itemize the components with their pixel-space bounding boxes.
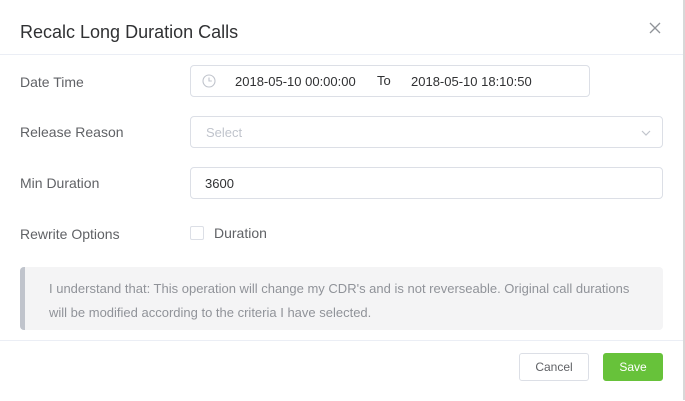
recalc-dialog: Recalc Long Duration Calls Date Time 201… [0,0,685,400]
min-duration-value[interactable]: 3600 [205,176,234,192]
min-duration-input[interactable]: 3600 [190,167,663,199]
duration-checkbox-label[interactable]: Duration [214,225,267,242]
cancel-button[interactable]: Cancel [519,353,589,381]
clock-icon [202,74,216,88]
min-duration-label: Min Duration [20,175,100,191]
date-time-label: Date Time [20,74,84,90]
date-range-picker[interactable]: 2018-05-10 00:00:00 To 2018-05-10 18:10:… [190,65,590,97]
close-icon[interactable] [646,19,664,37]
warning-notice: I understand that: This operation will c… [20,267,663,330]
rewrite-options-label: Rewrite Options [20,226,120,242]
date-range-separator: To [377,73,391,88]
release-reason-select[interactable]: Select [190,116,663,148]
date-start-value[interactable]: 2018-05-10 00:00:00 [235,74,356,90]
chevron-down-icon [641,130,651,136]
date-end-value[interactable]: 2018-05-10 18:10:50 [411,74,532,90]
duration-checkbox[interactable] [190,226,204,240]
notice-accent-bar [20,267,25,330]
dialog-footer: Cancel Save [0,340,683,401]
dialog-header: Recalc Long Duration Calls [0,0,683,55]
release-reason-label: Release Reason [20,124,124,140]
notice-text: I understand that: This operation will c… [49,281,630,320]
save-button[interactable]: Save [603,353,663,381]
dialog-title: Recalc Long Duration Calls [20,22,239,42]
release-reason-placeholder: Select [206,125,243,140]
